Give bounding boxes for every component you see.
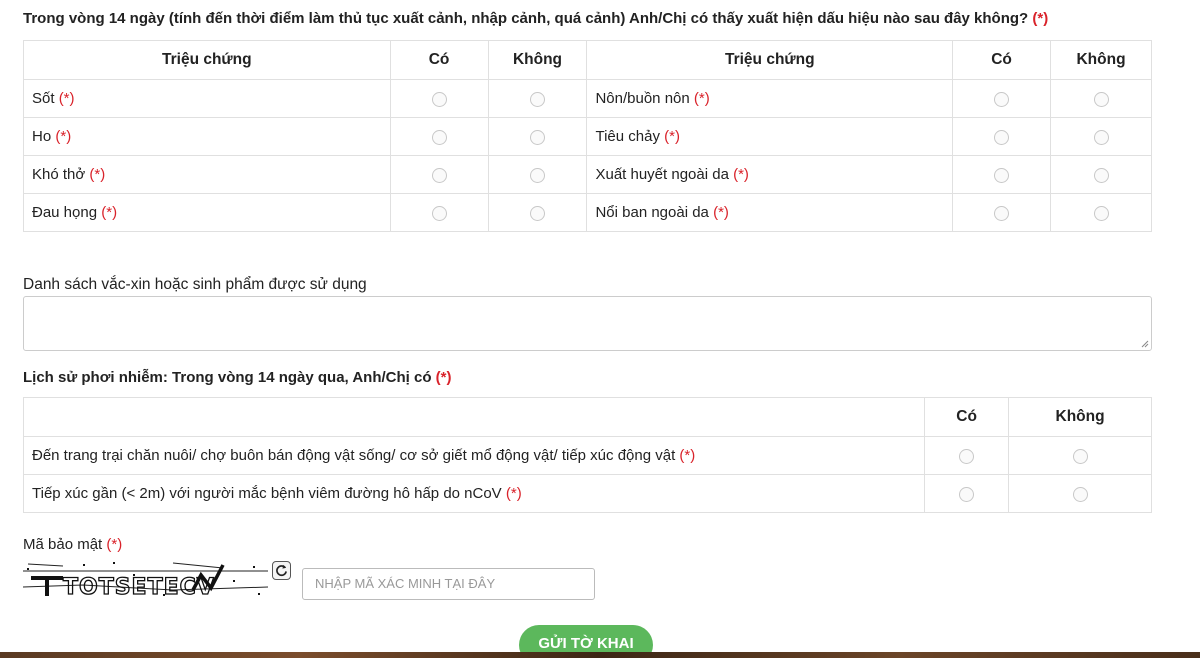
no-radio[interactable]: [1093, 167, 1109, 183]
symptoms-table: Triệu chứng Có Không Triệu chứng Có Khôn…: [23, 40, 1152, 232]
table-row: Đến trang trại chăn nuôi/ chợ buôn bán đ…: [22, 436, 1152, 475]
header-no-right: Không: [1050, 40, 1152, 80]
header-symptom-left: Triệu chứng: [23, 40, 391, 80]
header-yes-left: Có: [389, 40, 489, 80]
no-radio[interactable]: [1072, 486, 1088, 502]
header-empty: [22, 397, 926, 437]
exposure-label: Đến trang trại chăn nuôi/ chợ buôn bán đ…: [32, 447, 676, 464]
symptoms-question: Trong vòng 14 ngày (tính đến thời điểm l…: [23, 10, 1049, 27]
vaccine-label: Danh sách vắc-xin hoặc sinh phẩm được sử…: [23, 276, 367, 293]
exposure-table: Có Không Đến trang trại chăn nuôi/ chợ b…: [22, 397, 1152, 513]
refresh-icon: [276, 564, 287, 577]
captcha-image: TOTSETECV: [23, 560, 268, 598]
yes-radio[interactable]: [431, 167, 447, 183]
no-radio[interactable]: [530, 129, 545, 145]
symptom-label: Sốt: [32, 90, 55, 107]
captcha-placeholder: NHẬP MÃ XÁC MINH TẠI ĐÂY: [315, 576, 496, 591]
exposure-title: Lịch sử phơi nhiễm: Trong vòng 14 ngày q…: [23, 369, 452, 386]
yes-radio[interactable]: [431, 205, 447, 221]
symptom-label: Nổi ban ngoài da: [595, 204, 709, 221]
refresh-captcha-button[interactable]: [272, 561, 291, 580]
resize-grip-icon[interactable]: [1141, 340, 1149, 348]
header-symptom-right: Triệu chứng: [586, 40, 954, 80]
symptom-label: Khó thở: [32, 166, 86, 183]
captcha-input[interactable]: NHẬP MÃ XÁC MINH TẠI ĐÂY: [302, 568, 595, 600]
header-no: Không: [1008, 397, 1152, 437]
yes-radio[interactable]: [431, 129, 447, 145]
no-radio[interactable]: [530, 167, 545, 183]
header-yes-right: Có: [952, 40, 1052, 80]
symptom-label: Ho: [32, 128, 52, 145]
no-radio[interactable]: [530, 91, 545, 107]
no-radio[interactable]: [530, 205, 545, 221]
yes-radio[interactable]: [431, 91, 447, 107]
table-row: Ho (*) Tiêu chảy (*): [23, 117, 1152, 156]
no-radio[interactable]: [1072, 448, 1088, 464]
table-row: Sốt (*) Nôn/buồn nôn (*): [23, 79, 1152, 118]
symptom-label: Tiêu chảy: [595, 128, 660, 145]
yes-radio[interactable]: [994, 91, 1010, 107]
symptom-label: Đau họng: [32, 204, 98, 221]
yes-radio[interactable]: [994, 205, 1010, 221]
table-row: Khó thở (*) Xuất huyết ngoài da (*): [23, 155, 1152, 194]
table-row: Tiếp xúc gần (< 2m) với người mắc bệnh v…: [22, 474, 1152, 513]
symptom-label: Xuất huyết ngoài da: [595, 166, 729, 183]
no-radio[interactable]: [1093, 129, 1109, 145]
exposure-label: Tiếp xúc gần (< 2m) với người mắc bệnh v…: [32, 485, 502, 502]
table-row: Đau họng (*) Nổi ban ngoài da (*): [23, 193, 1152, 232]
captcha-label: Mã bảo mật (*): [23, 536, 123, 553]
vaccine-textarea[interactable]: [23, 296, 1152, 351]
header-no-left: Không: [487, 40, 588, 80]
captcha-noise: TOTSETECV: [23, 560, 268, 598]
yes-radio[interactable]: [994, 167, 1010, 183]
captcha-text: TOTSETECV: [63, 575, 215, 598]
header-yes: Có: [924, 397, 1010, 437]
yes-radio[interactable]: [959, 448, 975, 464]
yes-radio[interactable]: [959, 486, 975, 502]
background-strip: [0, 652, 1200, 658]
no-radio[interactable]: [1093, 91, 1109, 107]
no-radio[interactable]: [1093, 205, 1109, 221]
yes-radio[interactable]: [994, 129, 1010, 145]
symptom-label: Nôn/buồn nôn: [595, 90, 690, 107]
